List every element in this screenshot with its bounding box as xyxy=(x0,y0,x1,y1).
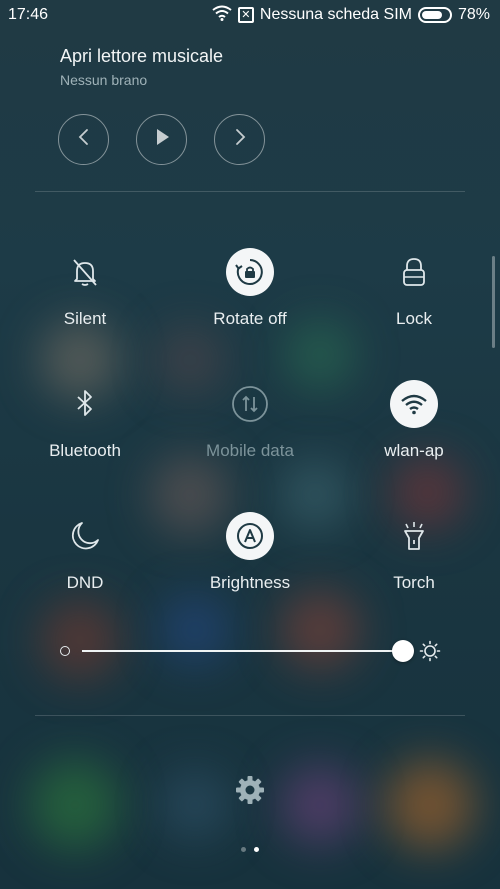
brightness-high-icon xyxy=(419,640,441,667)
toggle-mobile-data[interactable]: Mobile data xyxy=(170,380,330,461)
gear-icon xyxy=(234,776,266,810)
previous-icon xyxy=(77,128,91,151)
flashlight-icon xyxy=(390,512,438,560)
play-icon xyxy=(154,128,170,151)
toggle-label: wlan-ap xyxy=(384,441,444,460)
lock-icon xyxy=(390,248,438,296)
next-icon xyxy=(233,128,247,151)
toggle-label: Lock xyxy=(396,309,432,328)
toggle-label: Torch xyxy=(393,573,435,592)
background-blur xyxy=(280,765,360,845)
slider-fill xyxy=(82,650,403,652)
moon-icon xyxy=(61,512,109,560)
toggle-silent[interactable]: Silent xyxy=(5,248,165,329)
battery-icon xyxy=(417,7,452,23)
status-bar: 17:46 ✕ Nessuna scheda SIM 78% xyxy=(0,0,500,30)
brightness-slider[interactable] xyxy=(58,636,448,666)
music-widget[interactable]: Apri lettore musicale Nessun brano xyxy=(60,46,223,88)
divider xyxy=(35,715,465,716)
toggle-bluetooth[interactable]: Bluetooth xyxy=(5,380,165,461)
toggle-wlan-ap[interactable]: wlan-ap xyxy=(334,380,494,461)
toggle-label: Silent xyxy=(63,309,107,328)
toggle-label: Rotate off xyxy=(213,309,287,328)
bluetooth-icon xyxy=(61,380,109,428)
background-blur xyxy=(30,760,120,850)
battery-fill xyxy=(421,11,443,19)
toggle-label: DND xyxy=(66,573,104,592)
previous-button[interactable] xyxy=(58,114,109,165)
toggle-dnd[interactable]: DND xyxy=(5,512,165,593)
toggle-lock[interactable]: Lock xyxy=(334,248,494,329)
background-blur xyxy=(160,770,230,840)
slider-track[interactable] xyxy=(82,650,403,652)
carrier-text: Nessuna scheda SIM xyxy=(259,6,412,23)
toggle-label: Brightness xyxy=(209,573,291,592)
status-time: 17:46 xyxy=(8,6,49,23)
music-subtitle: Nessun brano xyxy=(60,72,148,88)
no-sim-icon: ✕ xyxy=(237,7,254,23)
rotate-lock-icon xyxy=(226,248,274,296)
status-icons: ✕ Nessuna scheda SIM 78% xyxy=(212,5,490,26)
next-button[interactable] xyxy=(214,114,265,165)
background-blur xyxy=(385,760,475,850)
toggle-rotate[interactable]: Rotate off xyxy=(170,248,330,329)
brightness-low-icon xyxy=(60,646,70,656)
play-button[interactable] xyxy=(136,114,187,165)
toggle-label: Mobile data xyxy=(206,441,294,460)
auto-brightness-icon xyxy=(226,512,274,560)
wifi-icon xyxy=(390,380,438,428)
settings-button[interactable] xyxy=(234,774,266,806)
page-dot[interactable] xyxy=(241,847,246,852)
divider xyxy=(35,191,465,192)
toggle-label: Bluetooth xyxy=(49,441,121,460)
bell-off-icon xyxy=(61,248,109,296)
scroll-indicator xyxy=(492,256,495,348)
music-controls xyxy=(58,114,265,165)
page-dot-active[interactable] xyxy=(254,847,259,852)
wifi-icon xyxy=(212,5,232,26)
toggle-brightness[interactable]: Brightness xyxy=(170,512,330,593)
music-title[interactable]: Apri lettore musicale xyxy=(60,46,223,67)
toggle-torch[interactable]: Torch xyxy=(334,512,494,593)
slider-knob[interactable] xyxy=(392,640,414,662)
page-indicator xyxy=(241,847,259,852)
battery-percent: 78% xyxy=(457,6,490,23)
mobile-data-icon xyxy=(226,380,274,428)
